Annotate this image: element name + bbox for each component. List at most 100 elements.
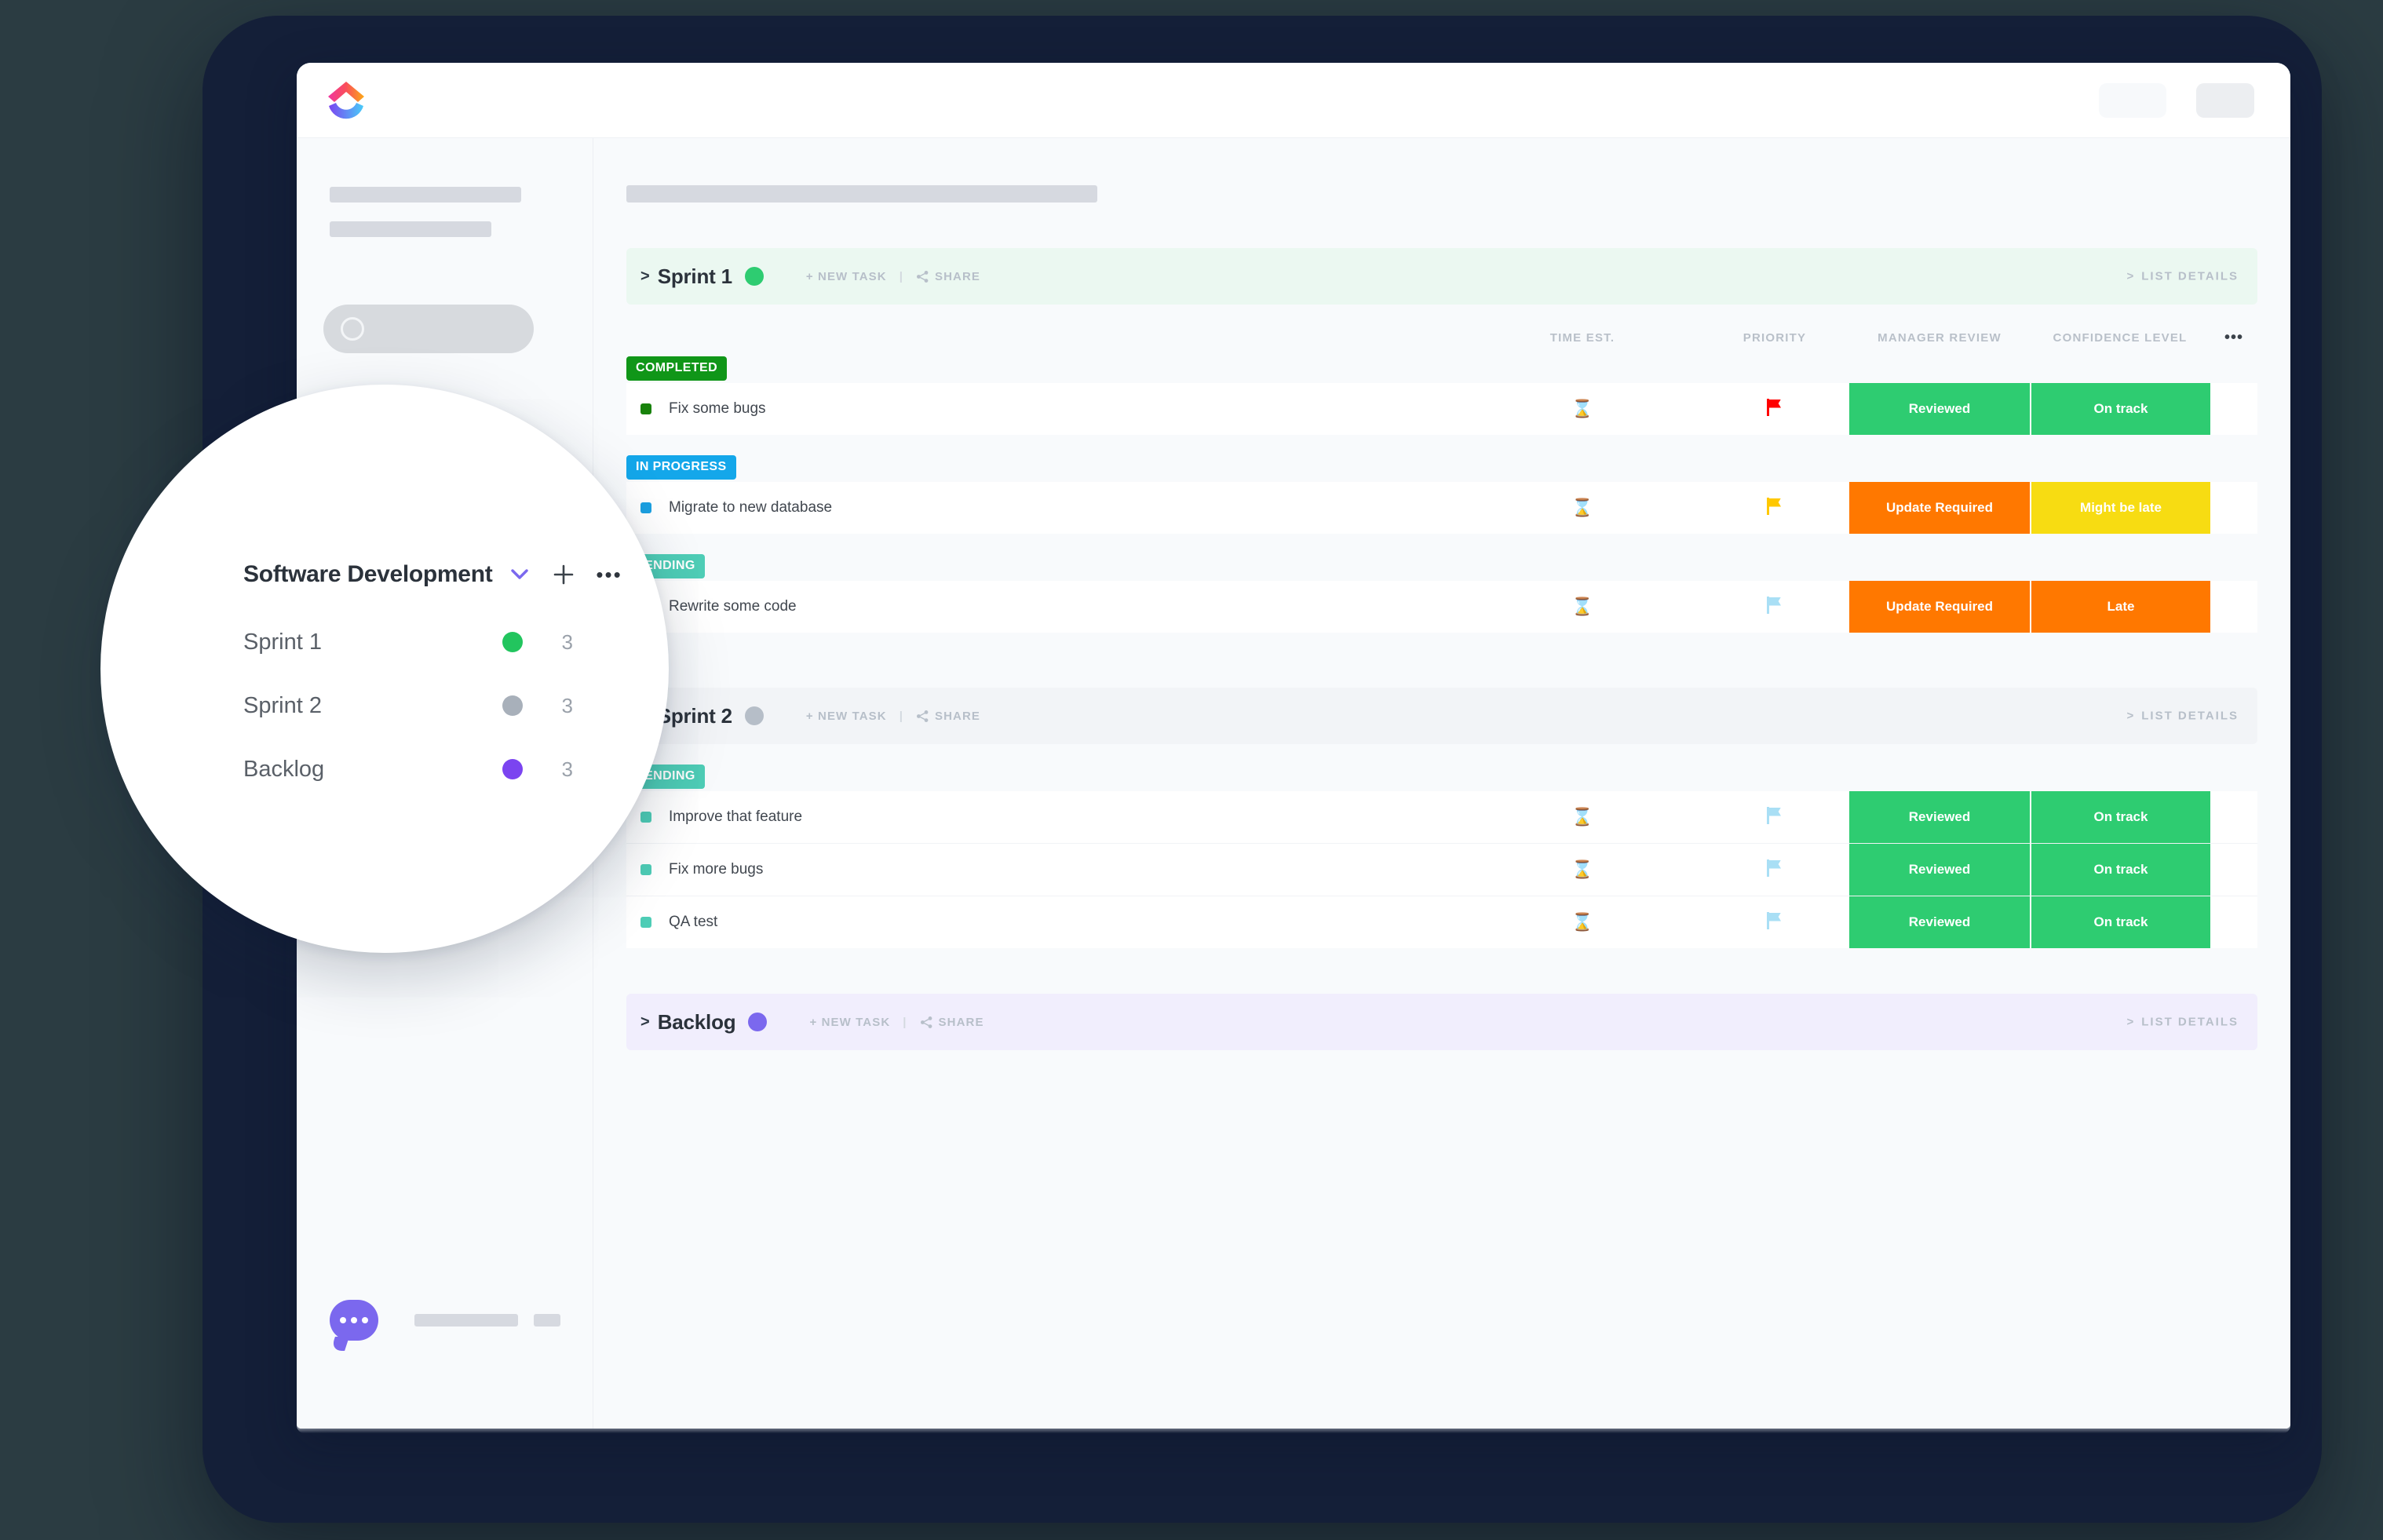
- group-header[interactable]: > Sprint 1 + NEW TASK | SHARE > LIST DETAILS: [626, 248, 2257, 305]
- list-details-button[interactable]: > LIST DETAILS: [2127, 1016, 2239, 1029]
- table-row[interactable]: Fix more bugs ⌛ Reviewed On track: [626, 843, 2257, 896]
- chat-dots-icon: [330, 1300, 378, 1341]
- confidence-level-cell[interactable]: On track: [2030, 896, 2210, 948]
- column-header-time-est: TIME EST.: [1549, 330, 1615, 345]
- list-task-count: 3: [561, 630, 573, 654]
- chevron-down-icon[interactable]: [500, 555, 539, 594]
- new-task-button[interactable]: + NEW TASK: [809, 1016, 890, 1029]
- confidence-level-cell[interactable]: On track: [2030, 791, 2210, 843]
- space-title: Software Development: [243, 561, 493, 587]
- hourglass-icon[interactable]: ⌛: [1571, 912, 1593, 932]
- share-icon: [917, 270, 929, 283]
- manager-review-cell[interactable]: Reviewed: [1849, 383, 2030, 435]
- hourglass-icon[interactable]: ⌛: [1571, 859, 1593, 879]
- share-button[interactable]: SHARE: [920, 1016, 984, 1029]
- list-color-dot: [502, 759, 523, 779]
- priority-flag-icon[interactable]: [1767, 806, 1783, 824]
- sidebar-skeleton-line-2: [330, 221, 491, 237]
- chevron-right-icon[interactable]: >: [640, 1014, 650, 1030]
- task-table: Improve that feature ⌛ Reviewed On track Fix…: [626, 791, 2257, 948]
- table-row[interactable]: Improve that feature ⌛ Reviewed On track: [626, 791, 2257, 844]
- group-color-dot: [744, 706, 764, 725]
- task-group: > Backlog + NEW TASK | SHARE > LIST DETAILS: [626, 994, 2257, 1050]
- hourglass-icon[interactable]: ⌛: [1571, 597, 1593, 616]
- group-color-dot: [748, 1013, 768, 1031]
- list-details-button[interactable]: > LIST DETAILS: [2127, 270, 2239, 283]
- status-badge[interactable]: COMPLETED: [626, 356, 728, 381]
- new-task-button[interactable]: + NEW TASK: [806, 710, 887, 723]
- priority-flag-icon[interactable]: [1767, 497, 1783, 515]
- confidence-level-cell[interactable]: Late: [2030, 581, 2210, 633]
- group-title: Backlog: [657, 1009, 736, 1034]
- hourglass-icon[interactable]: ⌛: [1571, 399, 1593, 418]
- clickup-logo-icon: [325, 80, 367, 121]
- task-name: QA test: [669, 914, 718, 930]
- search-icon: [341, 317, 364, 341]
- add-list-button[interactable]: [542, 553, 585, 596]
- sidebar-item-sprint-2[interactable]: Sprint 2 3: [243, 688, 573, 724]
- group-header[interactable]: >Sprint 2+ NEW TASK|SHARE>LIST DETAILS: [626, 688, 2257, 744]
- share-label: SHARE: [935, 709, 981, 723]
- app-topbar: [297, 63, 2290, 138]
- manager-review-cell[interactable]: Reviewed: [1849, 791, 2030, 843]
- space-more-options-icon[interactable]: •••: [596, 564, 622, 585]
- list-task-count: 3: [561, 757, 573, 781]
- column-headers: TIME EST. PRIORITY MANAGER REVIEW CONFIDENC…: [626, 322, 2257, 353]
- manager-review-cell[interactable]: Update Required: [1849, 581, 2030, 633]
- priority-flag-icon[interactable]: [1767, 911, 1783, 929]
- magnifier-content: Software Development ••• Sprint 1 3 Sprint…: [100, 385, 669, 953]
- share-icon: [917, 710, 929, 722]
- list-item-label: Sprint 1: [243, 629, 322, 655]
- status-block: PENDING Rewrite some code ⌛ Update Required…: [626, 554, 2257, 633]
- hourglass-icon[interactable]: ⌛: [1571, 498, 1593, 517]
- task-table: Fix some bugs ⌛ Reviewed On track: [626, 383, 2257, 435]
- table-row[interactable]: Fix some bugs ⌛ Reviewed On track: [626, 383, 2257, 435]
- confidence-level-cell[interactable]: Might be late: [2030, 482, 2210, 534]
- task-table: Migrate to new database ⌛ Update Required M…: [626, 482, 2257, 534]
- priority-flag-icon[interactable]: [1767, 596, 1783, 614]
- priority-flag-icon[interactable]: [1767, 398, 1783, 416]
- list-color-dot: [502, 695, 523, 716]
- magnifier-overlay: Software Development ••• Sprint 1 3 Sprint…: [100, 385, 669, 953]
- space-header: Software Development •••: [243, 553, 622, 596]
- priority-flag-icon[interactable]: [1767, 859, 1783, 877]
- manager-review-cell[interactable]: Reviewed: [1849, 896, 2030, 948]
- manager-review-cell[interactable]: Update Required: [1849, 482, 2030, 534]
- chevron-right-icon: >: [2126, 709, 2136, 723]
- search-input[interactable]: [323, 305, 534, 353]
- window-button-1[interactable]: [2099, 83, 2166, 118]
- chat-bubble-button[interactable]: [330, 1300, 378, 1341]
- list-details-button[interactable]: > LIST DETAILS: [2127, 710, 2239, 723]
- share-button[interactable]: SHARE: [916, 270, 980, 283]
- column-header-confidence-level: CONFIDENCE LEVEL: [2053, 330, 2188, 345]
- sidebar-item-sprint-1[interactable]: Sprint 1 3: [243, 624, 573, 660]
- table-row[interactable]: QA test ⌛ Reviewed On track: [626, 896, 2257, 948]
- sidebar-footer-skeleton-2: [534, 1314, 560, 1327]
- task-group: >Sprint 2+ NEW TASK|SHARE>LIST DETAILSPE…: [626, 688, 2257, 948]
- task-name: Migrate to new database: [669, 499, 833, 516]
- confidence-level-cell[interactable]: On track: [2030, 383, 2210, 435]
- page-title-skeleton: [626, 185, 1097, 203]
- chevron-right-icon[interactable]: >: [640, 268, 650, 284]
- new-task-button[interactable]: + NEW TASK: [806, 270, 887, 283]
- column-header-manager-review: MANAGER REVIEW: [1878, 330, 2002, 345]
- share-button[interactable]: SHARE: [916, 710, 980, 723]
- sidebar-item-backlog[interactable]: Backlog 3: [243, 751, 573, 787]
- column-options-icon[interactable]: •••: [2210, 329, 2257, 347]
- hourglass-icon[interactable]: ⌛: [1571, 807, 1593, 827]
- scene: > Sprint 1 + NEW TASK | SHARE > LIST DETAILS TI…: [0, 0, 2383, 1540]
- share-label: SHARE: [938, 1015, 984, 1029]
- task-table: Rewrite some code ⌛ Update Required Late: [626, 581, 2257, 633]
- task-name: Rewrite some code: [669, 598, 797, 615]
- manager-review-cell[interactable]: Reviewed: [1849, 844, 2030, 896]
- confidence-level-cell[interactable]: On track: [2030, 844, 2210, 896]
- table-row[interactable]: Migrate to new database ⌛ Update Required M…: [626, 482, 2257, 534]
- status-block: COMPLETED Fix some bugs ⌛ Reviewed On track: [626, 356, 2257, 435]
- action-separator: |: [899, 709, 903, 723]
- status-block: PENDING Improve that feature ⌛ Reviewed On t…: [626, 765, 2257, 948]
- task-name: Fix some bugs: [669, 400, 766, 417]
- table-row[interactable]: Rewrite some code ⌛ Update Required Late: [626, 581, 2257, 633]
- window-button-2[interactable]: [2196, 83, 2254, 118]
- column-header-priority: PRIORITY: [1743, 330, 1807, 345]
- group-header[interactable]: > Backlog + NEW TASK | SHARE > LIST DETAILS: [626, 994, 2257, 1050]
